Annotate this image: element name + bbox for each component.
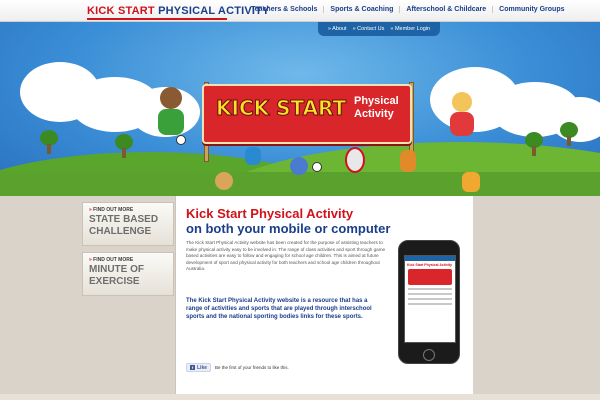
clown-character (345, 147, 365, 173)
box-title-line1: STATE BASED (89, 214, 159, 225)
page-subtitle: on both your mobile or computer (186, 221, 391, 236)
kid-character (400, 150, 416, 172)
phone-home-button-icon (423, 349, 435, 361)
kid-character (160, 87, 182, 109)
kid-character (158, 109, 184, 135)
kid-character (450, 112, 474, 136)
phone-screen-line (408, 298, 452, 300)
menu-community-groups[interactable]: Community Groups (492, 6, 570, 13)
phone-screen-title: Kick Start Physical Activity (407, 263, 453, 267)
box-title-line1: MINUTE OF (89, 264, 144, 275)
site-logo[interactable]: KICK START PHYSICAL ACTIVITY (87, 5, 270, 17)
kid-character (290, 157, 308, 175)
find-out-more-label: » FIND OUT MORE (89, 207, 134, 213)
logo-underline (87, 18, 227, 20)
kid-character (462, 172, 480, 192)
facebook-icon: f (190, 365, 195, 370)
subnav-member-login[interactable]: » Member Login (387, 26, 433, 32)
page-title: Kick Start Physical Activity (186, 206, 354, 221)
facebook-like-widget: f Like Be the first of your friends to l… (186, 363, 289, 372)
logo-kick-start: KICK START (87, 5, 155, 17)
menu-sports-coaching[interactable]: Sports & Coaching (323, 6, 399, 13)
page-footer-strip (0, 394, 600, 400)
kid-character (215, 172, 233, 190)
highlight-paragraph: The Kick Start Physical Activity website… (186, 298, 372, 320)
hero-banner: KICK START Physical Activity » About » C… (0, 22, 600, 196)
box-title-line2: CHALLENGE (89, 226, 152, 237)
phone-screen: Kick Start Physical Activity (404, 255, 456, 343)
box-title-line2: EXERCISE (89, 276, 140, 287)
intro-paragraph: The Kick Start Physical Activity website… (186, 240, 386, 271)
banner-subtitle: Physical Activity (354, 95, 399, 120)
sub-navigation: » About » Contact Us » Member Login (318, 22, 440, 36)
phone-screen-line (408, 288, 452, 290)
main-menu: Teachers & Schools Sports & Coaching Aft… (245, 6, 571, 13)
kick-start-banner: KICK START Physical Activity (202, 84, 412, 144)
banner-title: KICK START (215, 96, 347, 121)
find-out-more-label: » FIND OUT MORE (89, 257, 134, 263)
top-navigation: KICK START PHYSICAL ACTIVITY Teachers & … (0, 0, 600, 22)
main-content: Kick Start Physical Activity on both you… (175, 196, 473, 400)
soccer-ball-icon (176, 135, 186, 145)
kid-character (245, 147, 261, 165)
grass (0, 172, 600, 196)
mobile-phone-image: Kick Start Physical Activity (398, 240, 460, 364)
phone-screen-banner (408, 269, 452, 285)
phone-screen-line (408, 303, 452, 305)
minute-of-exercise-box[interactable]: » FIND OUT MORE MINUTE OF EXERCISE (82, 252, 174, 296)
state-based-challenge-box[interactable]: » FIND OUT MORE STATE BASED CHALLENGE (82, 202, 174, 246)
phone-screen-line (408, 293, 452, 295)
soccer-ball-icon (312, 162, 322, 172)
menu-afterschool-childcare[interactable]: Afterschool & Childcare (399, 6, 492, 13)
menu-teachers-schools[interactable]: Teachers & Schools (245, 6, 323, 13)
subnav-about[interactable]: » About (325, 26, 350, 32)
facebook-like-text: Be the first of your friends to like thi… (215, 365, 289, 370)
subnav-contact-us[interactable]: » Contact Us (350, 26, 388, 32)
sidebar: » FIND OUT MORE STATE BASED CHALLENGE » … (82, 202, 174, 302)
facebook-like-button[interactable]: f Like (186, 363, 212, 372)
kid-character (452, 92, 472, 112)
